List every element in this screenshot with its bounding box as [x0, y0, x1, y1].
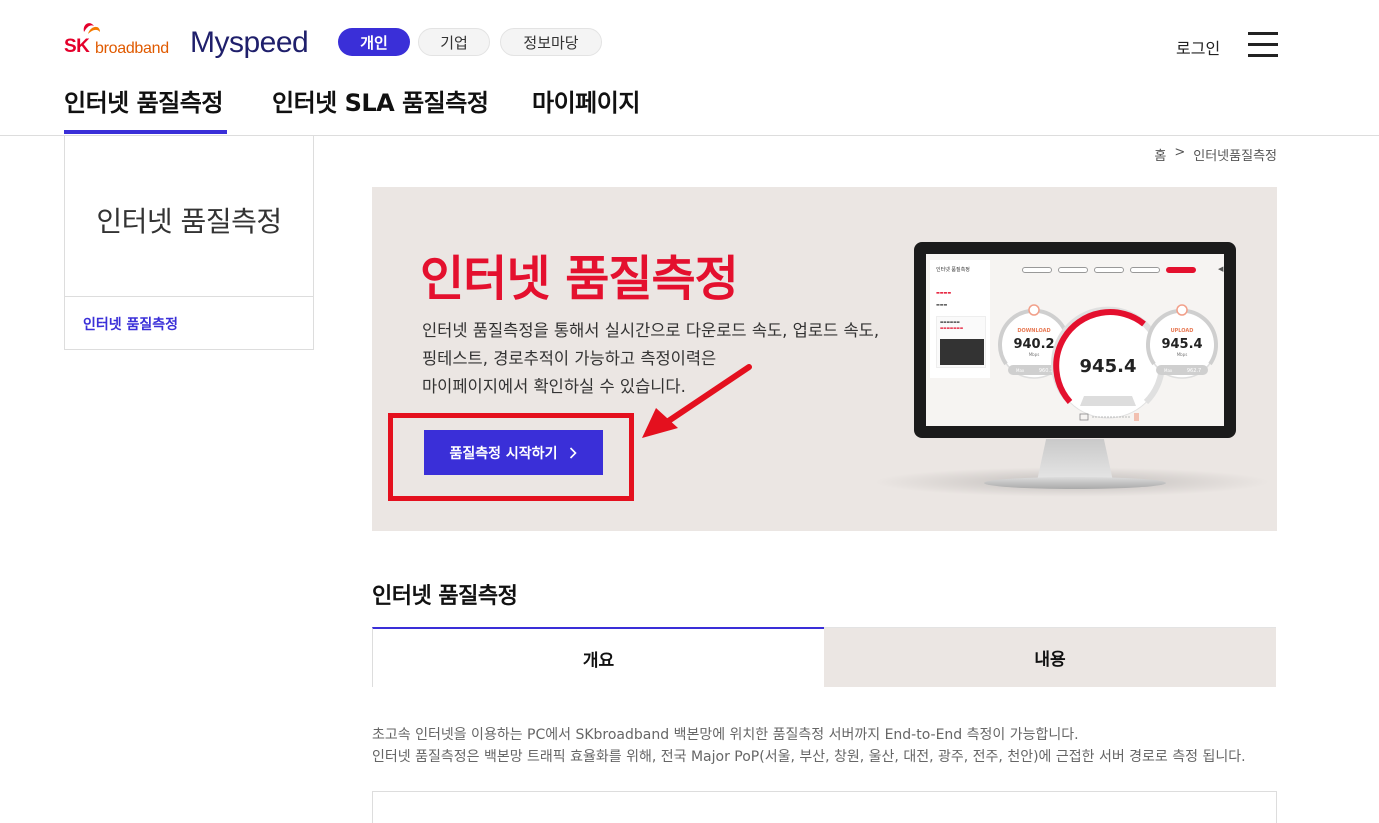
gnb-internet-quality[interactable]: 인터넷 품질측정: [64, 83, 223, 118]
download-max-label: Max: [1016, 368, 1025, 373]
annotation-highlight-box: [388, 413, 634, 501]
upload-label: UPLOAD: [1171, 328, 1194, 334]
center-speed-value: 945.4: [1080, 356, 1137, 377]
banner-desc-line: 인터넷 품질측정을 통해서 실시간으로 다운로드 속도, 업로드 속도,: [422, 321, 880, 340]
download-value: 940.2: [1013, 337, 1054, 352]
logo-broadband-text: broadband: [95, 40, 169, 57]
mini-ad-image: [940, 339, 984, 365]
speed-gauges: DOWNLOAD 940.2 Mbps Max 960.1 945.4 UPLO…: [998, 304, 1218, 421]
sidebar-item-internet-quality[interactable]: 인터넷 품질측정: [83, 314, 178, 334]
mini-ad-text: ▬▬▬▬▬▬: [940, 320, 960, 324]
upload-unit: Mbps: [1177, 352, 1188, 357]
gnb-active-indicator: [64, 130, 227, 134]
section-title: 인터넷 품질측정: [372, 584, 518, 609]
mini-sidebar: 인터넷 품질측정 ▬▬▬▬ ▬▬▬ ▬▬▬▬▬▬ ▬▬▬▬▬▬▬: [930, 260, 990, 378]
intro-line: 초고속 인터넷을 이용하는 PC에서 SKbroadband 백본망에 위치한 …: [372, 727, 1079, 743]
breadcrumb-home[interactable]: 홈: [1154, 145, 1166, 164]
gnb-mypage[interactable]: 마이페이지: [532, 83, 640, 118]
segment-personal[interactable]: 개인: [338, 28, 410, 56]
mini-sidebar-title: 인터넷 품질측정: [936, 267, 970, 273]
intro-line: 인터넷 품질측정은 백본망 트래픽 효율화를 위해, 전국 Major PoP(…: [372, 749, 1246, 765]
segment-business[interactable]: 기업: [418, 28, 490, 56]
sidebar-divider: [65, 296, 313, 297]
download-label: DOWNLOAD: [1017, 328, 1050, 334]
tab-overview[interactable]: 개요: [372, 627, 824, 687]
gnb-internet-sla[interactable]: 인터넷 SLA 품질측정: [272, 83, 489, 118]
download-unit: Mbps: [1029, 352, 1040, 357]
sidebar: 인터넷 품질측정 인터넷 품질측정: [64, 136, 314, 350]
mini-sidebar-link: ▬▬▬: [936, 302, 948, 307]
breadcrumb: 홈 > 인터넷품질측정: [1154, 145, 1277, 164]
breadcrumb-current: 인터넷품질측정: [1193, 149, 1277, 164]
myspeed-logo-text[interactable]: Myspeed: [190, 26, 309, 60]
banner-title: 인터넷 품질측정: [420, 251, 739, 307]
mini-ad-text: ▬▬▬▬▬▬▬: [940, 326, 964, 330]
login-link[interactable]: 로그인: [1176, 35, 1220, 59]
annotation-arrow-icon: [642, 364, 752, 438]
upload-value: 945.4: [1161, 337, 1202, 352]
upload-max-label: Max: [1164, 368, 1173, 373]
monitor-illustration: 인터넷 품질측정 ▬▬▬▬ ▬▬▬ ▬▬▬▬▬▬ ▬▬▬▬▬▬▬ ◀): [914, 242, 1236, 438]
menu-icon[interactable]: [1248, 32, 1278, 58]
breadcrumb-separator: >: [1174, 145, 1186, 160]
monitor-stand: [1037, 439, 1113, 481]
tab-content[interactable]: 내용: [824, 627, 1276, 687]
segment-info[interactable]: 정보마당: [500, 28, 602, 56]
monitor-stand-base: [984, 477, 1166, 489]
monitor-screen: 인터넷 품질측정 ▬▬▬▬ ▬▬▬ ▬▬▬▬▬▬ ▬▬▬▬▬▬▬ ◀): [926, 254, 1224, 426]
logo-sk-text: SK: [64, 36, 90, 57]
hero-banner: 인터넷 품질측정 인터넷 품질측정을 통해서 실시간으로 다운로드 속도, 업로…: [372, 187, 1277, 531]
upload-max-value: 962.7: [1187, 368, 1201, 374]
sidebar-title: 인터넷 품질측정: [96, 205, 282, 238]
mini-sidebar-link: ▬▬▬▬: [936, 290, 952, 295]
content-box: [372, 791, 1277, 823]
download-max-value: 960.1: [1039, 368, 1053, 374]
mini-ad: ▬▬▬▬▬▬ ▬▬▬▬▬▬▬: [936, 316, 986, 368]
intro-text: 초고속 인터넷을 이용하는 PC에서 SKbroadband 백본망에 위치한 …: [372, 724, 1246, 768]
